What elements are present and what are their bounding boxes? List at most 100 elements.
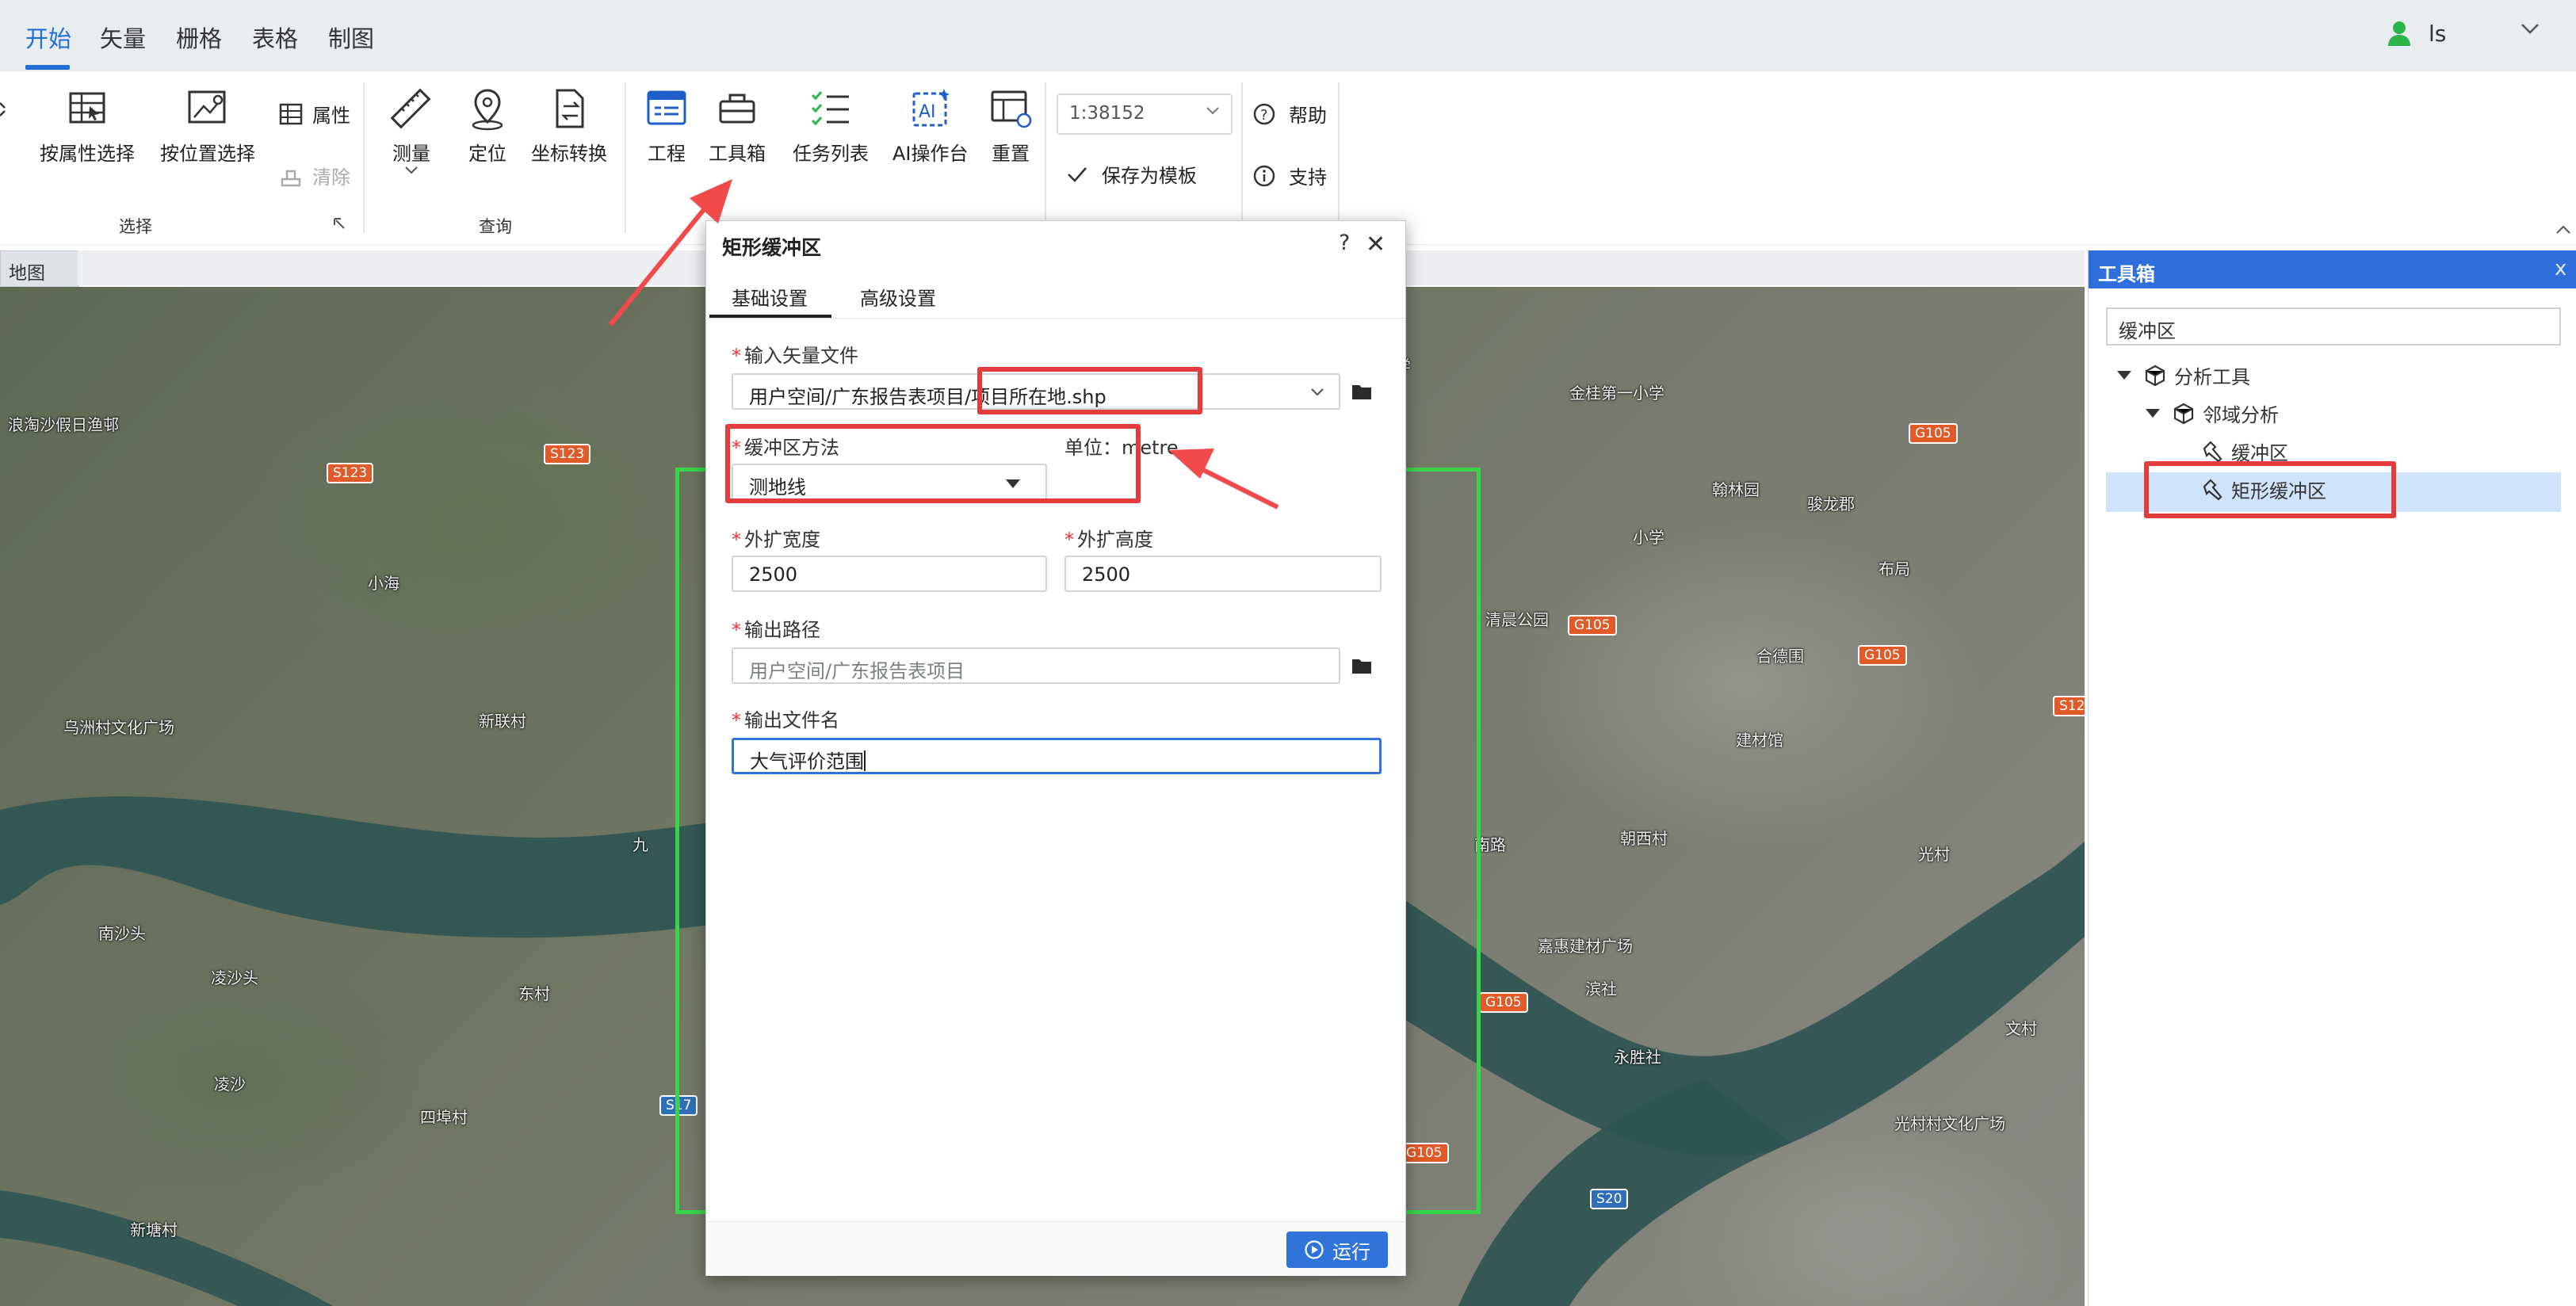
map-select-icon xyxy=(188,90,226,124)
play-circle-icon xyxy=(1305,1240,1324,1259)
user-icon xyxy=(2388,21,2410,46)
project-window-icon xyxy=(647,90,686,125)
coord-convert-button[interactable]: 坐标转换 xyxy=(531,86,607,166)
reset-layout-icon xyxy=(991,90,1032,128)
map-label: 新塘村 xyxy=(130,1220,178,1239)
input-vector-label: * 输入矢量文件 xyxy=(732,345,858,367)
user-menu[interactable]: ls xyxy=(2387,17,2539,49)
map-label: 南沙头 xyxy=(98,924,146,943)
chevron-down-icon xyxy=(405,166,418,174)
reset-button[interactable]: 重置 xyxy=(988,86,1034,166)
height-input[interactable]: 2500 xyxy=(1064,556,1382,592)
expand-group-icon[interactable] xyxy=(333,217,346,230)
road-shield: S123 xyxy=(327,463,374,483)
dialog-help-button[interactable]: ? xyxy=(1339,231,1350,255)
ribbon-separator xyxy=(625,82,626,233)
project-button[interactable]: 工程 xyxy=(644,86,690,166)
toolbox-icon xyxy=(719,94,755,124)
ai-icon: AI xyxy=(912,89,950,127)
folder-icon[interactable] xyxy=(1351,383,1372,400)
folder-icon[interactable] xyxy=(1351,657,1372,674)
support-button[interactable]: 支持 xyxy=(1252,162,1327,189)
group-label-select: 选择 xyxy=(119,217,152,236)
menu-tab-vector[interactable]: 矢量 xyxy=(100,21,146,54)
toolbox-close-button[interactable]: x xyxy=(2555,257,2566,281)
properties-button[interactable]: 属性 xyxy=(279,100,350,128)
ai-console-button[interactable]: AI AI操作台 xyxy=(892,86,969,166)
task-list-button[interactable]: 任务列表 xyxy=(793,86,869,166)
dialog-footer: 运行 xyxy=(706,1221,1405,1276)
map-label: 凌沙头 xyxy=(211,968,258,987)
output-path-label: * 输出路径 xyxy=(732,619,820,641)
chevron-down-icon xyxy=(1311,388,1324,396)
map-label: 浪淘沙假日渔邨 xyxy=(8,415,119,434)
map-label: 四埠村 xyxy=(420,1108,468,1127)
annotation-box-rect-buffer xyxy=(2144,461,2396,518)
tree-node-analysis-tools[interactable]: 分析工具 xyxy=(2117,361,2250,389)
output-name-input[interactable]: 大气评价范围 xyxy=(732,738,1382,774)
toolbox-panel: 工具箱 x 缓冲区 分析工具 邻域分析 缓冲区 矩形缓冲区 xyxy=(2088,250,2576,1306)
location-select-button[interactable]: 按位置选择 xyxy=(160,86,255,166)
map-label: 光村村文化广场 xyxy=(1894,1114,2005,1133)
road-shield: G105 xyxy=(1858,645,1907,666)
tab-basic-settings[interactable]: 基础设置 xyxy=(732,283,808,311)
toolbox-button[interactable]: 工具箱 xyxy=(709,86,766,166)
measure-button[interactable]: 测量 xyxy=(388,86,434,175)
save-template-button[interactable]: 保存为模板 xyxy=(1067,160,1197,188)
output-path-input[interactable]: 用户空间/广东报告表项目 xyxy=(732,647,1340,684)
ribbon-separator xyxy=(1338,82,1340,233)
active-tab-indicator xyxy=(25,65,70,70)
text-cursor xyxy=(864,750,866,771)
road-shield: S123 xyxy=(544,444,591,464)
toolset-icon xyxy=(2145,365,2165,386)
tab-advanced-settings[interactable]: 高级设置 xyxy=(860,283,936,311)
ribbon-separator xyxy=(1045,82,1046,233)
help-button[interactable]: ? 帮助 xyxy=(1252,100,1327,128)
annotation-box-method-unit xyxy=(725,424,1141,503)
toolbox-search-input[interactable]: 缓冲区 xyxy=(2106,307,2561,346)
ribbon-separator xyxy=(363,82,365,233)
output-name-label: * 输出文件名 xyxy=(732,709,839,731)
map-label: 小海 xyxy=(368,574,399,593)
map-label: 嘉惠建材广场 xyxy=(1538,937,1633,956)
chevron-down-icon[interactable] xyxy=(2521,22,2540,35)
road-shield: S20 xyxy=(1590,1189,1629,1209)
map-label: 九 xyxy=(633,835,648,854)
map-tab[interactable]: 地图 xyxy=(0,250,79,287)
clear-button[interactable]: 清除 xyxy=(279,162,350,189)
width-input[interactable]: 2500 xyxy=(732,556,1047,592)
menu-tab-table[interactable]: 表格 xyxy=(252,21,298,54)
group-label-query: 查询 xyxy=(479,217,512,236)
run-button[interactable]: 运行 xyxy=(1286,1232,1388,1268)
collapse-ribbon-icon[interactable] xyxy=(2555,223,2571,235)
toolbox-title: 工具箱 xyxy=(2098,263,2155,285)
map-label: 新联村 xyxy=(479,712,526,731)
attr-select-button[interactable]: 按属性选择 xyxy=(40,86,135,166)
rect-buffer-dialog: 矩形缓冲区 ? ✕ 基础设置 高级设置 * 输入矢量文件 用户空间/广东报告表项目… xyxy=(705,220,1406,1276)
question-circle-icon: ? xyxy=(1253,103,1275,124)
check-icon xyxy=(1068,166,1087,182)
caret-down-icon xyxy=(2146,409,2160,418)
road-shield: G105 xyxy=(1479,992,1528,1013)
scale-select[interactable]: 1:38152 xyxy=(1057,94,1233,135)
partial-tool-icon xyxy=(0,102,6,116)
map-label: 朝西村 xyxy=(1620,829,1668,848)
map-label: 翰林园 xyxy=(1712,480,1760,499)
task-list-icon xyxy=(811,91,849,126)
properties-table-icon xyxy=(279,103,303,124)
tree-node-neighborhood[interactable]: 邻域分析 xyxy=(2146,399,2279,427)
menu-tab-mapping[interactable]: 制图 xyxy=(328,21,374,54)
eraser-icon xyxy=(281,170,301,186)
dialog-close-button[interactable]: ✕ xyxy=(1366,231,1385,258)
ribbon: 按属性选择 按位置选择 属性 清除 选择 测量 定位 坐标转换 查询 工程 工具… xyxy=(0,71,2576,245)
menu-tab-start[interactable]: 开始 xyxy=(25,21,71,54)
map-label: 布局 xyxy=(1878,559,1910,579)
location-pin-icon xyxy=(472,89,503,131)
toolbox-header: 工具箱 x xyxy=(2089,250,2576,288)
annotation-box-filename xyxy=(977,367,1202,414)
locate-button[interactable]: 定位 xyxy=(464,86,510,166)
map-label: 合德围 xyxy=(1756,647,1804,666)
menu-tab-raster[interactable]: 栅格 xyxy=(176,21,222,54)
dialog-tabs: 基础设置 高级设置 xyxy=(706,272,1405,319)
map-label: 光村 xyxy=(1918,845,1950,864)
